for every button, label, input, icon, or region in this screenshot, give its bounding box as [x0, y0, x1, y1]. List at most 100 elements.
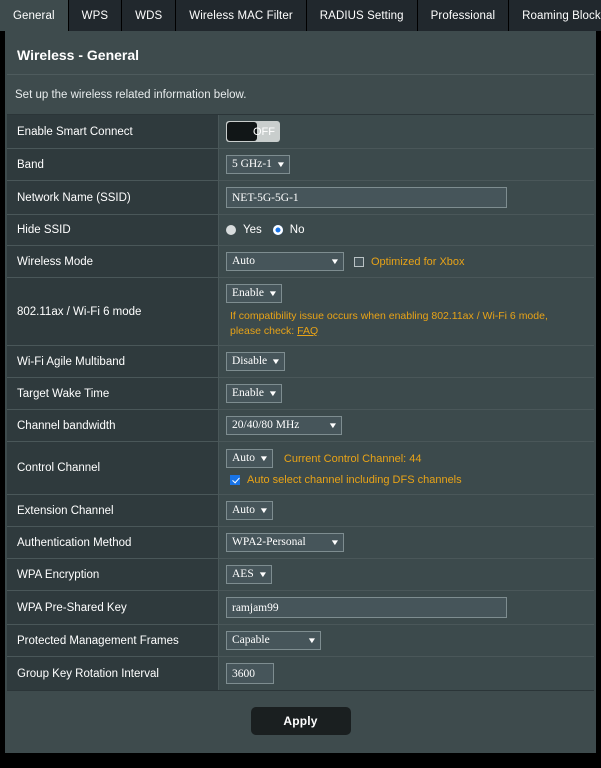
apply-button-container: Apply [5, 691, 596, 735]
row-label: Control Channel [7, 442, 219, 494]
optimized-for-xbox-checkbox[interactable]: Optimized for Xbox [354, 256, 465, 268]
row-value: ramjam99 [219, 591, 594, 624]
chevron-down-icon: ▼ [327, 420, 339, 430]
select-value: Auto [232, 451, 255, 464]
tab-radius-setting[interactable]: RADIUS Setting [306, 0, 418, 31]
checkbox-icon [354, 256, 364, 267]
tab-label: Professional [430, 9, 496, 22]
table-row-agile-multiband: Wi-Fi Agile Multiband Disable ▼ [7, 346, 594, 378]
wireless-mode-select[interactable]: Auto ▼ [226, 252, 344, 271]
row-value: Capable ▼ [219, 625, 594, 656]
extension-channel-select[interactable]: Auto ▼ [226, 501, 273, 520]
table-row-ax-mode: 802.11ax / Wi-Fi 6 mode Enable ▼ If comp… [7, 278, 594, 346]
tab-roaming-block-list[interactable]: Roaming Block List [509, 0, 601, 31]
chevron-down-icon: ▼ [275, 159, 287, 169]
table-row-extension-channel: Extension Channel Auto ▼ [7, 495, 594, 527]
row-value: Disable ▼ [219, 346, 594, 377]
table-row-channel-bandwidth: Channel bandwidth 20/40/80 MHz ▼ [7, 410, 594, 442]
row-label: Band [7, 149, 219, 180]
row-label: Group Key Rotation Interval [7, 657, 219, 690]
hide-ssid-radio-no[interactable]: No [272, 224, 305, 236]
page-title: Wireless - General [7, 31, 594, 75]
apply-button[interactable]: Apply [250, 707, 351, 735]
select-value: Auto [232, 503, 255, 516]
chevron-down-icon: ▼ [329, 537, 341, 547]
table-row-hide-ssid: Hide SSID Yes No [7, 215, 594, 246]
row-label: Channel bandwidth [7, 410, 219, 441]
page-description: Set up the wireless related information … [15, 89, 247, 101]
row-label: Wireless Mode [7, 246, 219, 277]
radio-label: Yes [243, 224, 262, 236]
row-value: 5 GHz-1 ▼ [219, 149, 594, 180]
row-value: Auto ▼ [219, 495, 594, 526]
table-row-authentication-method: Authentication Method WPA2-Personal ▼ [7, 527, 594, 559]
wpa-encryption-select[interactable]: AES ▼ [226, 565, 272, 584]
smart-connect-toggle[interactable]: OFF [226, 121, 280, 142]
select-value: Disable [232, 354, 268, 367]
tab-label: WPS [81, 9, 109, 22]
select-value: Auto [232, 254, 255, 267]
chevron-down-icon: ▼ [267, 388, 279, 398]
dfs-auto-select-checkbox[interactable]: Auto select channel including DFS channe… [230, 474, 462, 486]
ax-mode-select[interactable]: Enable ▼ [226, 284, 282, 303]
group-key-rotation-input[interactable]: 3600 [226, 663, 274, 684]
chevron-down-icon: ▼ [267, 288, 279, 298]
band-select[interactable]: 5 GHz-1 ▼ [226, 155, 290, 174]
radio-icon [226, 225, 236, 235]
note-line-2-prefix: please check: [230, 325, 298, 337]
ax-mode-compatibility-note: If compatibility issue occurs when enabl… [230, 309, 548, 339]
tab-label: RADIUS Setting [319, 9, 404, 22]
tab-label: WDS [135, 9, 163, 22]
table-row-wpa-encryption: WPA Encryption AES ▼ [7, 559, 594, 591]
table-row-protected-management-frames: Protected Management Frames Capable ▼ [7, 625, 594, 657]
row-label: WPA Encryption [7, 559, 219, 590]
hide-ssid-radio-yes[interactable]: Yes [226, 224, 262, 236]
checkbox-label: Auto select channel including DFS channe… [247, 474, 462, 486]
table-row-target-wake-time: Target Wake Time Enable ▼ [7, 378, 594, 410]
row-value: Auto ▼ Current Control Channel: 44 Auto … [219, 442, 594, 494]
row-value: 3600 [219, 657, 594, 690]
authentication-method-select[interactable]: WPA2-Personal ▼ [226, 533, 344, 552]
chevron-down-icon: ▼ [270, 356, 282, 366]
radio-label: No [289, 224, 305, 236]
row-label: Network Name (SSID) [7, 181, 219, 214]
ssid-input[interactable]: NET-5G-5G-1 [226, 187, 507, 208]
select-value: 5 GHz-1 [232, 157, 272, 170]
control-channel-select[interactable]: Auto ▼ [226, 449, 273, 468]
target-wake-time-select[interactable]: Enable ▼ [226, 384, 282, 403]
select-value: WPA2-Personal [232, 535, 306, 548]
tab-label: Wireless MAC Filter [189, 9, 293, 22]
chevron-down-icon: ▼ [257, 569, 268, 579]
tab-general[interactable]: General [0, 0, 69, 31]
protected-management-frames-select[interactable]: Capable ▼ [226, 631, 321, 650]
toggle-state-label: OFF [253, 125, 275, 138]
chevron-down-icon: ▼ [329, 256, 341, 266]
tab-wireless-mac-filter[interactable]: Wireless MAC Filter [176, 0, 307, 31]
row-label: Extension Channel [7, 495, 219, 526]
tab-wps[interactable]: WPS [68, 0, 123, 31]
table-row-group-key-rotation-interval: Group Key Rotation Interval 3600 [7, 657, 594, 691]
row-label: Hide SSID [7, 215, 219, 245]
row-label: Target Wake Time [7, 378, 219, 409]
row-value: NET-5G-5G-1 [219, 181, 594, 214]
chevron-down-icon: ▼ [306, 635, 318, 645]
select-value: Enable [232, 386, 264, 399]
faq-link[interactable]: FAQ [297, 325, 318, 337]
table-row-ssid: Network Name (SSID) NET-5G-5G-1 [7, 181, 594, 215]
channel-bandwidth-select[interactable]: 20/40/80 MHz ▼ [226, 416, 342, 435]
row-value: Auto ▼ Optimized for Xbox [219, 246, 594, 277]
tab-bar: General WPS WDS Wireless MAC Filter RADI… [0, 0, 601, 31]
tab-wds[interactable]: WDS [122, 0, 177, 31]
agile-multiband-select[interactable]: Disable ▼ [226, 352, 286, 371]
tab-professional[interactable]: Professional [417, 0, 510, 31]
checkbox-label: Optimized for Xbox [371, 255, 465, 268]
row-label: Wi-Fi Agile Multiband [7, 346, 219, 377]
row-value: AES ▼ [219, 559, 594, 590]
row-value: Enable ▼ [219, 378, 594, 409]
table-row-wpa-pre-shared-key: WPA Pre-Shared Key ramjam99 [7, 591, 594, 625]
settings-table: Enable Smart Connect OFF Band 5 GHz-1 ▼ … [7, 114, 594, 691]
row-label: Enable Smart Connect [7, 115, 219, 148]
row-value: Enable ▼ If compatibility issue occurs w… [219, 278, 594, 345]
chevron-down-icon: ▼ [258, 453, 270, 463]
wpa-pre-shared-key-input[interactable]: ramjam99 [226, 597, 507, 618]
